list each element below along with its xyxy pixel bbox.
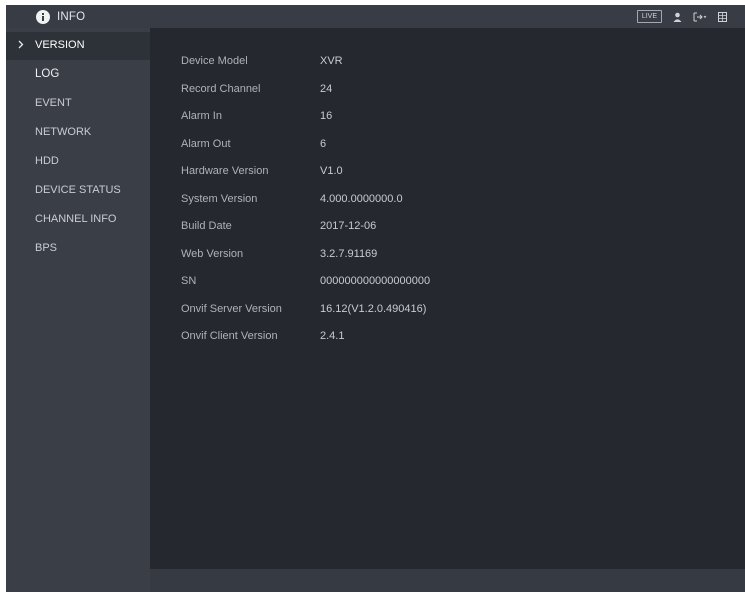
sidebar-item-label: LOG xyxy=(35,68,60,80)
info-row-alarm-in: Alarm In 16 xyxy=(150,105,745,129)
info-value: 4.000.0000000.0 xyxy=(320,192,403,205)
info-label: Web Version xyxy=(181,247,244,260)
info-row-device-model: Device Model XVR xyxy=(150,50,745,74)
bottom-bar xyxy=(150,569,745,592)
info-value: 6 xyxy=(320,137,327,150)
info-label: Alarm In xyxy=(181,110,222,122)
info-label: Build Date xyxy=(181,220,232,232)
info-label: Onvif Server Version xyxy=(181,302,282,315)
sidebar-item-label: DEVICE STATUS xyxy=(35,184,121,196)
info-label: Hardware Version xyxy=(181,165,269,177)
info-row-alarm-out: Alarm Out 6 xyxy=(150,133,745,157)
grid-icon[interactable] xyxy=(718,11,727,22)
info-row-onvif-client-version: Onvif Client Version 2.4.1 xyxy=(150,325,745,349)
info-row-web-version: Web Version 3.2.7.91169 xyxy=(150,243,745,267)
info-label: Onvif Client Version xyxy=(181,330,278,342)
info-row-hardware-version: Hardware Version V1.0 xyxy=(150,160,745,184)
top-right-controls: LIVE xyxy=(636,5,727,28)
sidebar-item-log[interactable]: LOG xyxy=(6,61,150,89)
info-value: 3.2.7.91169 xyxy=(320,247,378,260)
info-row-build-date: Build Date 2017-12-06 xyxy=(150,215,745,239)
sidebar-item-label: BPS xyxy=(35,242,58,254)
info-row-onvif-server-version: Onvif Server Version 16.12(V1.2.0.490416… xyxy=(150,298,745,322)
sidebar-item-label: EVENT xyxy=(35,97,72,109)
info-label: System Version xyxy=(181,192,258,205)
sidebar-item-device-status[interactable]: DEVICE STATUS xyxy=(6,177,150,205)
chevron-right-icon xyxy=(18,40,24,49)
info-value: 000000000000000000 xyxy=(320,275,431,287)
sidebar: VERSION LOG EVENT NETWORK HDD DEVICE STA… xyxy=(6,28,150,592)
sidebar-item-bps[interactable]: BPS xyxy=(6,235,150,263)
sidebar-item-hdd[interactable]: HDD xyxy=(6,148,150,176)
sidebar-item-label: CHANNEL INFO xyxy=(35,213,117,225)
info-value: 2.4.1 xyxy=(320,330,345,342)
info-label: Alarm Out xyxy=(181,137,231,150)
sidebar-item-network[interactable]: NETWORK xyxy=(6,119,150,147)
sidebar-item-channel-info[interactable]: CHANNEL INFO xyxy=(6,206,150,234)
version-info-panel: Device Model XVR Record Channel 24 Alarm… xyxy=(150,28,745,592)
sidebar-item-version[interactable]: VERSION xyxy=(6,32,150,60)
info-row-system-version: System Version 4.000.0000000.0 xyxy=(150,188,745,212)
top-bar: INFO LIVE xyxy=(6,5,745,28)
info-label: Device Model xyxy=(181,55,248,67)
app-window: INFO LIVE VERSION LOG EVENT NETWORK HDD … xyxy=(6,5,745,592)
sidebar-item-label: VERSION xyxy=(35,39,85,51)
logout-icon[interactable] xyxy=(693,12,707,22)
app-title: INFO xyxy=(36,5,85,28)
sidebar-item-label: HDD xyxy=(35,155,59,167)
info-label: Record Channel xyxy=(181,82,261,95)
info-value: 16 xyxy=(320,110,333,122)
info-value: 2017-12-06 xyxy=(320,220,377,232)
info-value: 24 xyxy=(320,82,333,95)
live-button[interactable]: LIVE xyxy=(636,10,662,23)
sidebar-item-event[interactable]: EVENT xyxy=(6,90,150,118)
info-value: XVR xyxy=(320,55,343,67)
info-row-sn: SN 000000000000000000 xyxy=(150,270,745,294)
page-title: INFO xyxy=(57,10,86,23)
info-icon xyxy=(36,9,50,24)
info-value: V1.0 xyxy=(320,165,343,177)
info-value: 16.12(V1.2.0.490416) xyxy=(320,302,427,315)
sidebar-item-label: NETWORK xyxy=(35,126,92,138)
info-row-record-channel: Record Channel 24 xyxy=(150,78,745,102)
user-icon[interactable] xyxy=(673,12,682,22)
info-label: SN xyxy=(181,275,197,287)
